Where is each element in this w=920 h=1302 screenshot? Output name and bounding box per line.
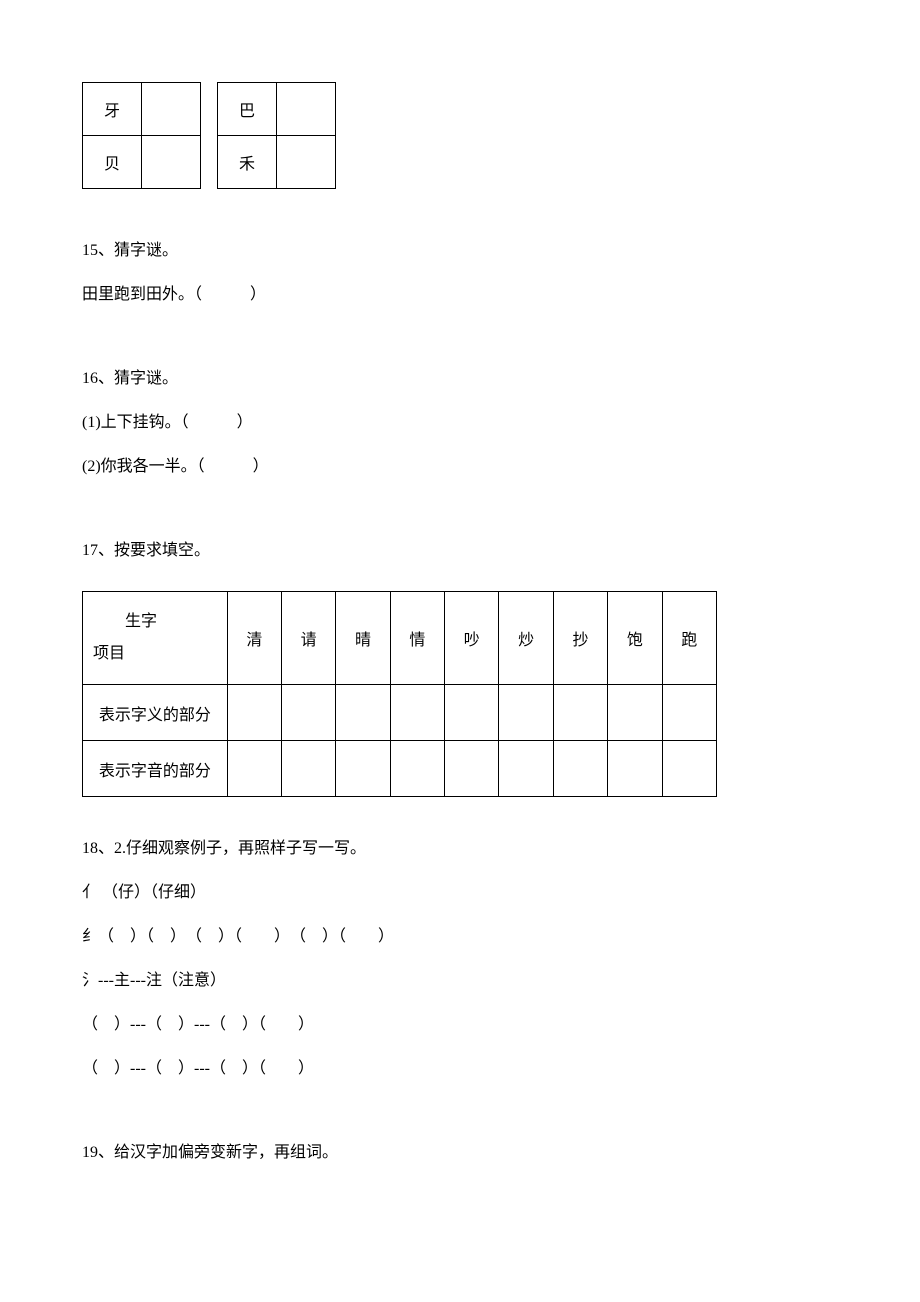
char-table-small: 牙 巴 贝 禾 [82, 82, 336, 189]
char-analysis-table: 生字 项目 清 请 晴 情 吵 炒 抄 饱 跑 表示字义的部分 表示字音 [82, 591, 717, 797]
col-text: 晴 [355, 632, 371, 649]
spacer [82, 1101, 838, 1141]
cell-empty [608, 741, 662, 797]
q18-l4: （ ）---（ ）---（ ）（ ） [82, 1013, 838, 1037]
col-header: 饱 [608, 592, 662, 685]
cell-empty [336, 685, 390, 741]
table-row: 生字 项目 清 请 晴 情 吵 炒 抄 饱 跑 [83, 592, 717, 685]
col-header: 炒 [499, 592, 553, 685]
cell-empty [282, 741, 336, 797]
header-bot-text: 项目 [93, 638, 217, 670]
table-row: 表示字义的部分 [83, 685, 717, 741]
page: 牙 巴 贝 禾 15、猜字谜。 田里跑到田外。（ ） 16、猜字谜。 (1)上下… [0, 0, 920, 1225]
cell-empty [499, 741, 553, 797]
q16-title: 16、猜字谜。 [82, 367, 838, 391]
table-row: 贝 禾 [83, 136, 336, 189]
cell-empty [662, 741, 716, 797]
cell-empty [282, 685, 336, 741]
header-top-text: 生字 [93, 606, 217, 638]
cell-empty [499, 685, 553, 741]
q18-title: 18、2.仔细观察例子，再照样子写一写。 [82, 837, 838, 861]
q15-line: 田里跑到田外。（ ） [82, 283, 838, 307]
col-text: 清 [246, 632, 262, 649]
q18-l2: 纟（ ）（ ） （ ）（ ） （ ）（ ） [82, 925, 838, 949]
col-text: 饱 [627, 632, 643, 649]
cell-empty [227, 741, 281, 797]
col-text: 吵 [464, 632, 480, 649]
col-header: 抄 [553, 592, 607, 685]
col-text: 跑 [681, 632, 697, 649]
cell-empty [390, 741, 444, 797]
cell-empty [662, 685, 716, 741]
cell-empty [445, 741, 499, 797]
cell-empty [142, 136, 201, 189]
q18-l1: 亻 （仔）（仔细） [82, 881, 838, 905]
cell-empty [553, 741, 607, 797]
col-text: 抄 [572, 632, 588, 649]
cell: 贝 [83, 136, 142, 189]
cell-empty [277, 83, 336, 136]
col-header: 清 [227, 592, 281, 685]
cell-empty [553, 685, 607, 741]
q16-line2: (2)你我各一半。（ ） [82, 455, 838, 479]
table-row: 牙 巴 [83, 83, 336, 136]
cell: 牙 [83, 83, 142, 136]
cell-text: 贝 [104, 156, 120, 173]
q19-title: 19、给汉字加偏旁变新字，再组词。 [82, 1141, 838, 1165]
cell-text: 牙 [104, 103, 120, 120]
cell: 禾 [218, 136, 277, 189]
row-label: 表示字义的部分 [83, 685, 228, 741]
col-text: 情 [409, 632, 425, 649]
col-header: 跑 [662, 592, 716, 685]
cell-empty [277, 136, 336, 189]
col-text: 请 [301, 632, 317, 649]
row-label: 表示字音的部分 [83, 741, 228, 797]
col-header: 请 [282, 592, 336, 685]
col-text: 炒 [518, 632, 534, 649]
col-header: 情 [390, 592, 444, 685]
cell-empty [608, 685, 662, 741]
q16-line1: (1)上下挂钩。（ ） [82, 411, 838, 435]
table-gap [201, 136, 218, 189]
spacer [82, 327, 838, 367]
cell-empty [227, 685, 281, 741]
cell-empty [336, 741, 390, 797]
cell-text: 禾 [239, 156, 255, 173]
table-row: 表示字音的部分 [83, 741, 717, 797]
col-header: 吵 [445, 592, 499, 685]
q17-title: 17、按要求填空。 [82, 539, 838, 563]
cell-empty [445, 685, 499, 741]
cell-empty [390, 685, 444, 741]
q15-title: 15、猜字谜。 [82, 239, 838, 263]
cell-text: 巴 [239, 103, 255, 120]
q18-l3: 氵---主---注（注意） [82, 969, 838, 993]
spacer [82, 499, 838, 539]
cell: 巴 [218, 83, 277, 136]
header-left: 生字 项目 [83, 592, 228, 685]
cell-empty [142, 83, 201, 136]
q18-l5: （ ）---（ ）---（ ）（ ） [82, 1057, 838, 1081]
table-gap [201, 83, 218, 136]
col-header: 晴 [336, 592, 390, 685]
